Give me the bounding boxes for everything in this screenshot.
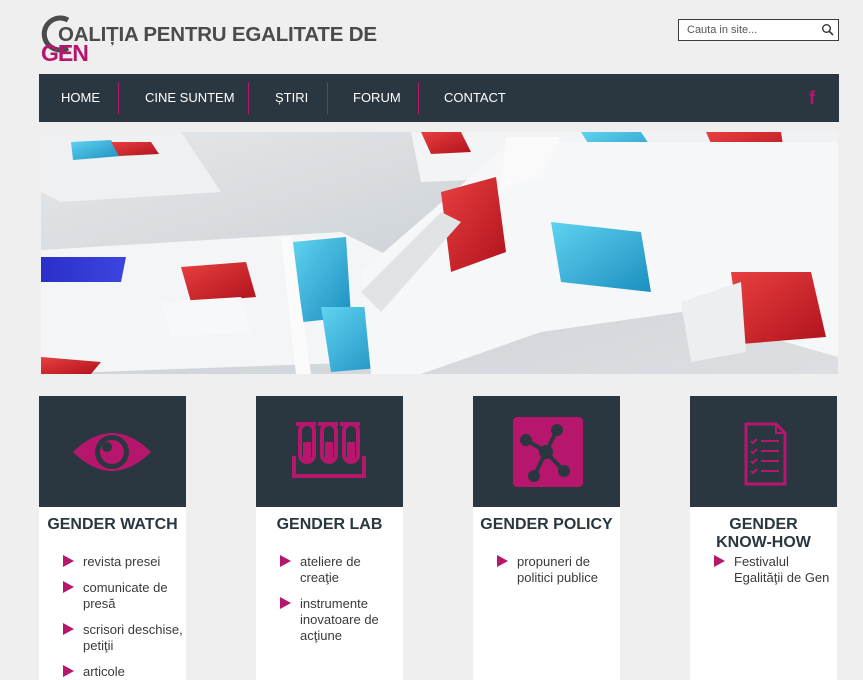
- search-icon[interactable]: [821, 23, 835, 37]
- logo-title: OALIȚIA PENTRU EGALITATE DE: [58, 23, 377, 46]
- card-header[interactable]: [39, 396, 186, 507]
- test-tubes-icon: [292, 422, 366, 478]
- card-gender-policy: GENDER POLICY propuneri de politici publ…: [473, 396, 620, 680]
- card-gender-know-how: GENDER KNOW-HOW Festivalul Egalităţii de…: [690, 396, 837, 680]
- bullet-arrow-icon: [280, 555, 291, 567]
- card-title[interactable]: GENDER WATCH: [39, 516, 186, 534]
- card-title[interactable]: GENDER KNOW-HOW: [690, 516, 837, 552]
- card-header[interactable]: [690, 396, 837, 507]
- list-item: propuneri de politici publice: [497, 554, 620, 586]
- card-link[interactable]: Festivalul Egalităţii de Gen: [734, 554, 829, 585]
- site-logo[interactable]: OALIȚIA PENTRU EGALITATE DE GEN: [38, 12, 398, 68]
- bullet-arrow-icon: [63, 665, 74, 677]
- list-item: scrisori deschise, petiţii: [63, 622, 186, 654]
- card-title[interactable]: GENDER LAB: [256, 516, 403, 534]
- nav-divider: [118, 82, 119, 114]
- list-item: instrumente inovatoare de acţiune: [280, 596, 403, 644]
- card-link-list: ateliere de creaţie instrumente inovatoa…: [280, 554, 403, 654]
- 3d-glasses-illustration: [41, 132, 838, 374]
- card-link-list: propuneri de politici publice: [497, 554, 620, 596]
- nav-divider: [248, 82, 249, 114]
- bullet-arrow-icon: [497, 555, 508, 567]
- card-link[interactable]: scrisori deschise, petiţii: [83, 622, 183, 653]
- card-link[interactable]: articole: [83, 664, 125, 679]
- card-link[interactable]: propuneri de politici publice: [517, 554, 598, 585]
- card-link[interactable]: ateliere de creaţie: [300, 554, 361, 585]
- nav-item-forum[interactable]: FORUM: [353, 74, 401, 122]
- nav-item-cine-suntem[interactable]: CINE SUNTEM: [145, 74, 235, 122]
- main-navigation: HOME CINE SUNTEM ȘTIRI FORUM CONTACT f: [39, 74, 839, 122]
- list-item: comunicate de presă: [63, 580, 186, 612]
- nav-item-home[interactable]: HOME: [61, 74, 100, 122]
- list-item: ateliere de creaţie: [280, 554, 403, 586]
- logo-subtitle: GEN: [41, 40, 89, 66]
- nav-divider: [327, 82, 328, 114]
- list-item: Festivalul Egalităţii de Gen: [714, 554, 837, 586]
- search-input[interactable]: [679, 20, 819, 40]
- bullet-arrow-icon: [63, 623, 74, 635]
- eye-icon: [73, 433, 151, 471]
- checklist-icon: [744, 422, 787, 486]
- network-icon: [513, 417, 583, 487]
- nav-item-contact[interactable]: CONTACT: [444, 74, 506, 122]
- card-link[interactable]: revista presei: [83, 554, 160, 569]
- hero-image: [41, 132, 838, 374]
- nav-divider: [418, 82, 419, 114]
- card-header[interactable]: [473, 396, 620, 507]
- card-gender-lab: GENDER LAB ateliere de creaţie instrumen…: [256, 396, 403, 680]
- card-link-list: revista presei comunicate de presă scris…: [63, 554, 186, 680]
- bullet-arrow-icon: [714, 555, 725, 567]
- card-link-list: Festivalul Egalităţii de Gen: [714, 554, 837, 596]
- card-header[interactable]: [256, 396, 403, 507]
- list-item: articole: [63, 664, 186, 680]
- bullet-arrow-icon: [63, 581, 74, 593]
- bullet-arrow-icon: [63, 555, 74, 567]
- list-item: revista presei: [63, 554, 186, 570]
- card-link[interactable]: comunicate de presă: [83, 580, 168, 611]
- card-link[interactable]: instrumente inovatoare de acţiune: [300, 596, 379, 643]
- search-box: [678, 19, 839, 41]
- bullet-arrow-icon: [280, 597, 291, 609]
- card-gender-watch: GENDER WATCH revista presei comunicate d…: [39, 396, 186, 680]
- card-title[interactable]: GENDER POLICY: [473, 516, 620, 534]
- facebook-icon[interactable]: f: [809, 88, 819, 108]
- nav-item-stiri[interactable]: ȘTIRI: [275, 74, 308, 122]
